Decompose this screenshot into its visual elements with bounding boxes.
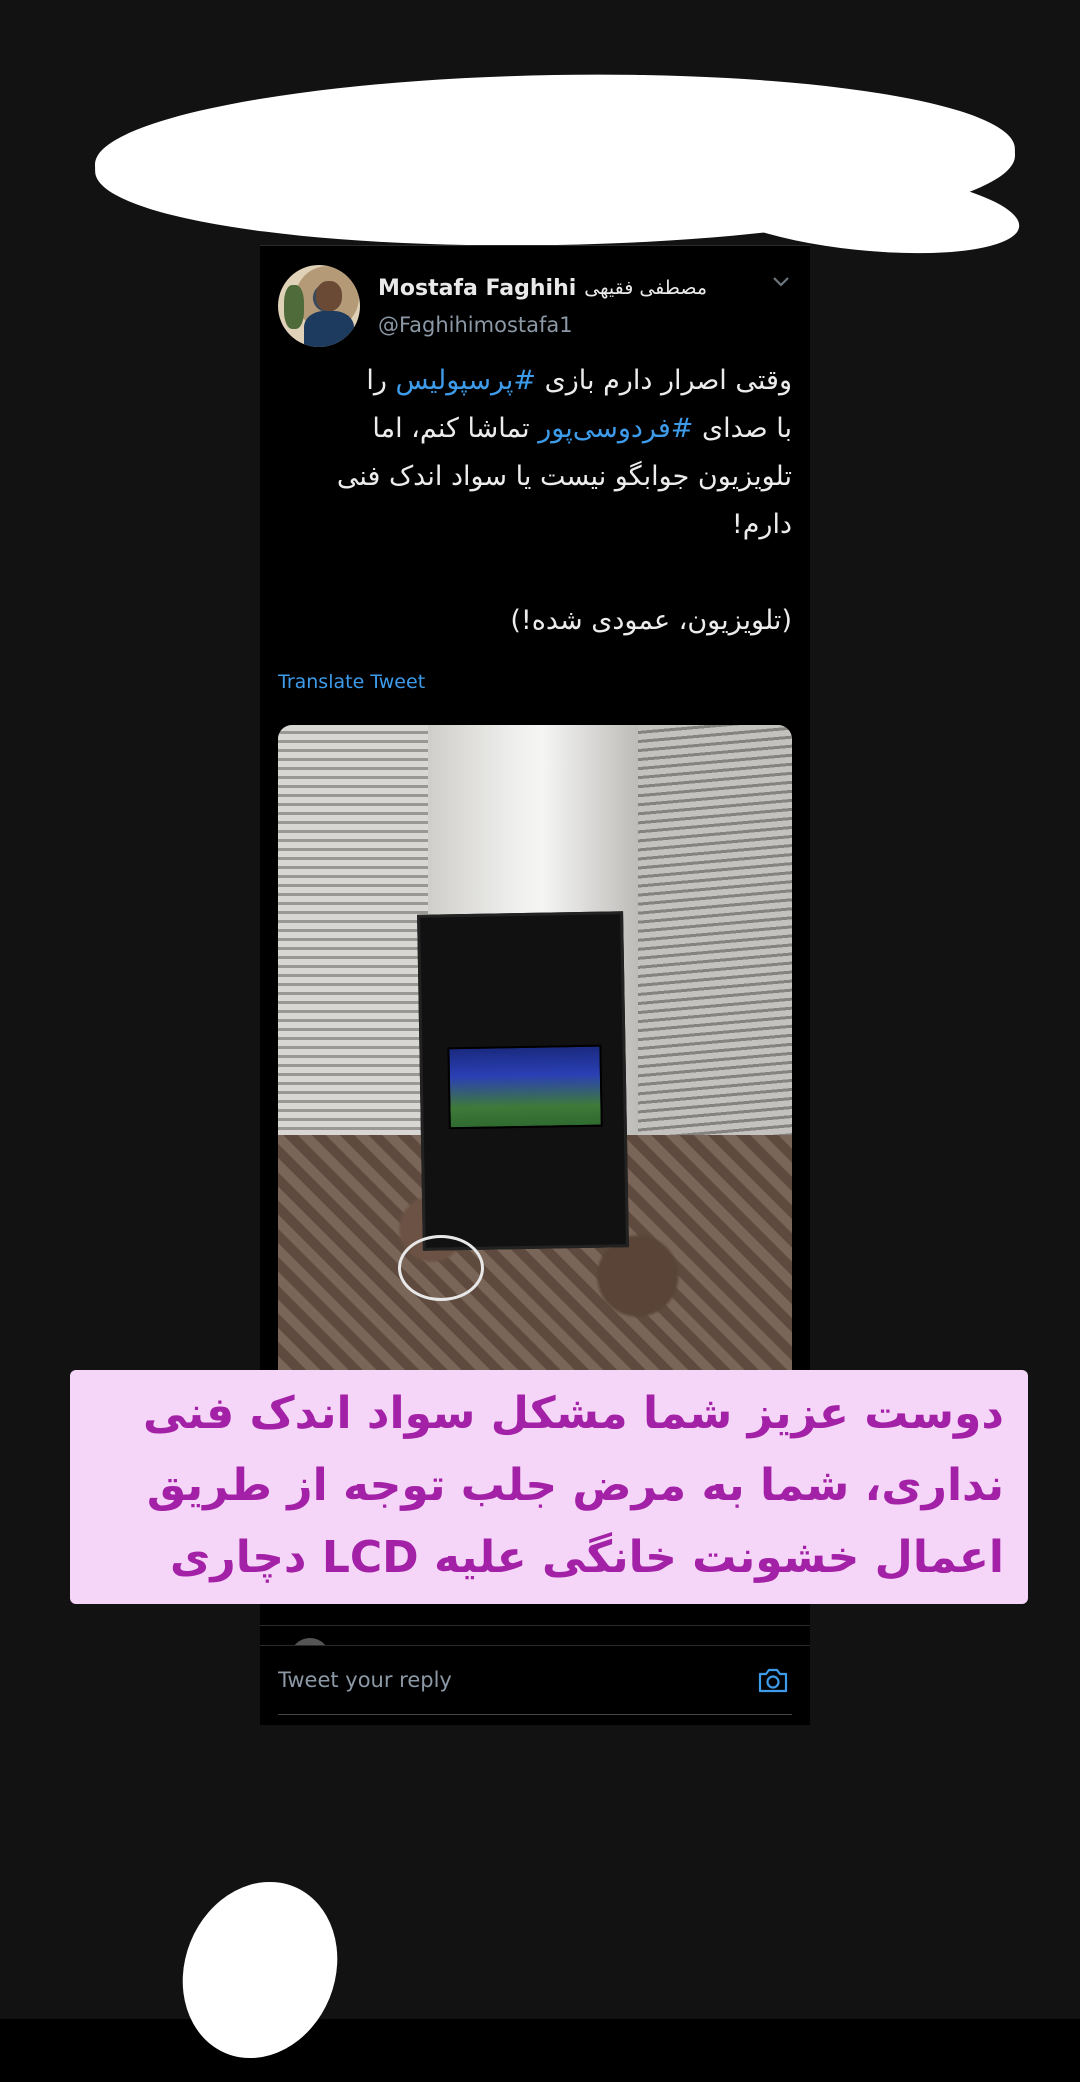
tweet-line: دارم!: [731, 509, 792, 540]
photo-tv-vertical: [417, 911, 629, 1251]
reply-input[interactable]: [278, 1646, 792, 1715]
divider: [260, 245, 810, 246]
tweet-line: (تلویزیون، عمودی شده!): [510, 605, 792, 636]
author-display-name-fa[interactable]: مصطفی فقیهی: [584, 277, 707, 299]
next-reply-partial: [260, 1625, 810, 1646]
author-handle[interactable]: @Faghihimostafa1: [378, 313, 573, 337]
hashtag-link[interactable]: #فردوسی‌پور: [538, 413, 693, 444]
avatar-plant: [284, 285, 304, 329]
camera-icon[interactable]: [757, 1666, 789, 1694]
tweet-line: تلویزیون جوابگو نیست یا سواد اندک فنی: [336, 461, 792, 492]
hashtag-link[interactable]: #پرسپولیس: [395, 365, 536, 396]
photo-blinds-left: [278, 725, 428, 1185]
photo-cable: [398, 1235, 484, 1301]
author-name-row[interactable]: Mostafa Faghihi مصطفی فقیهی: [378, 273, 778, 303]
avatar-face: [316, 281, 342, 311]
tweet-text: وقتی اصرار دارم بازی #پرسپولیس را با صدا…: [280, 357, 792, 645]
avatar[interactable]: [278, 265, 360, 347]
author-display-name[interactable]: Mostafa Faghihi: [378, 276, 576, 301]
caption-line: نداری، شما به مرض جلب توجه از طریق: [146, 1460, 1004, 1511]
tweet-line: وقتی اصرار دارم بازی #پرسپولیس را: [366, 365, 792, 396]
caption-line: دوست عزیز شما مشکل سواد اندک فنی: [142, 1388, 1004, 1439]
caption-line: اعمال خشونت خانگی علیه LCD دچاری: [170, 1532, 1004, 1583]
tweet-photo[interactable]: [278, 725, 792, 1370]
redaction-scribble-bottom: [156, 1858, 364, 2082]
photo-tv-screen: [447, 1044, 603, 1130]
translate-tweet-link[interactable]: Translate Tweet: [278, 671, 425, 693]
tweet-line: با صدای #فردوسی‌پور تماشا کنم، اما: [372, 413, 792, 444]
chevron-down-icon[interactable]: [772, 275, 790, 289]
photo-blinds-right: [638, 725, 792, 1155]
avatar-shirt: [304, 311, 354, 347]
overlay-caption: دوست عزیز شما مشکل سواد اندک فنی نداری، …: [70, 1370, 1028, 1604]
reply-bar: [260, 1645, 810, 1716]
